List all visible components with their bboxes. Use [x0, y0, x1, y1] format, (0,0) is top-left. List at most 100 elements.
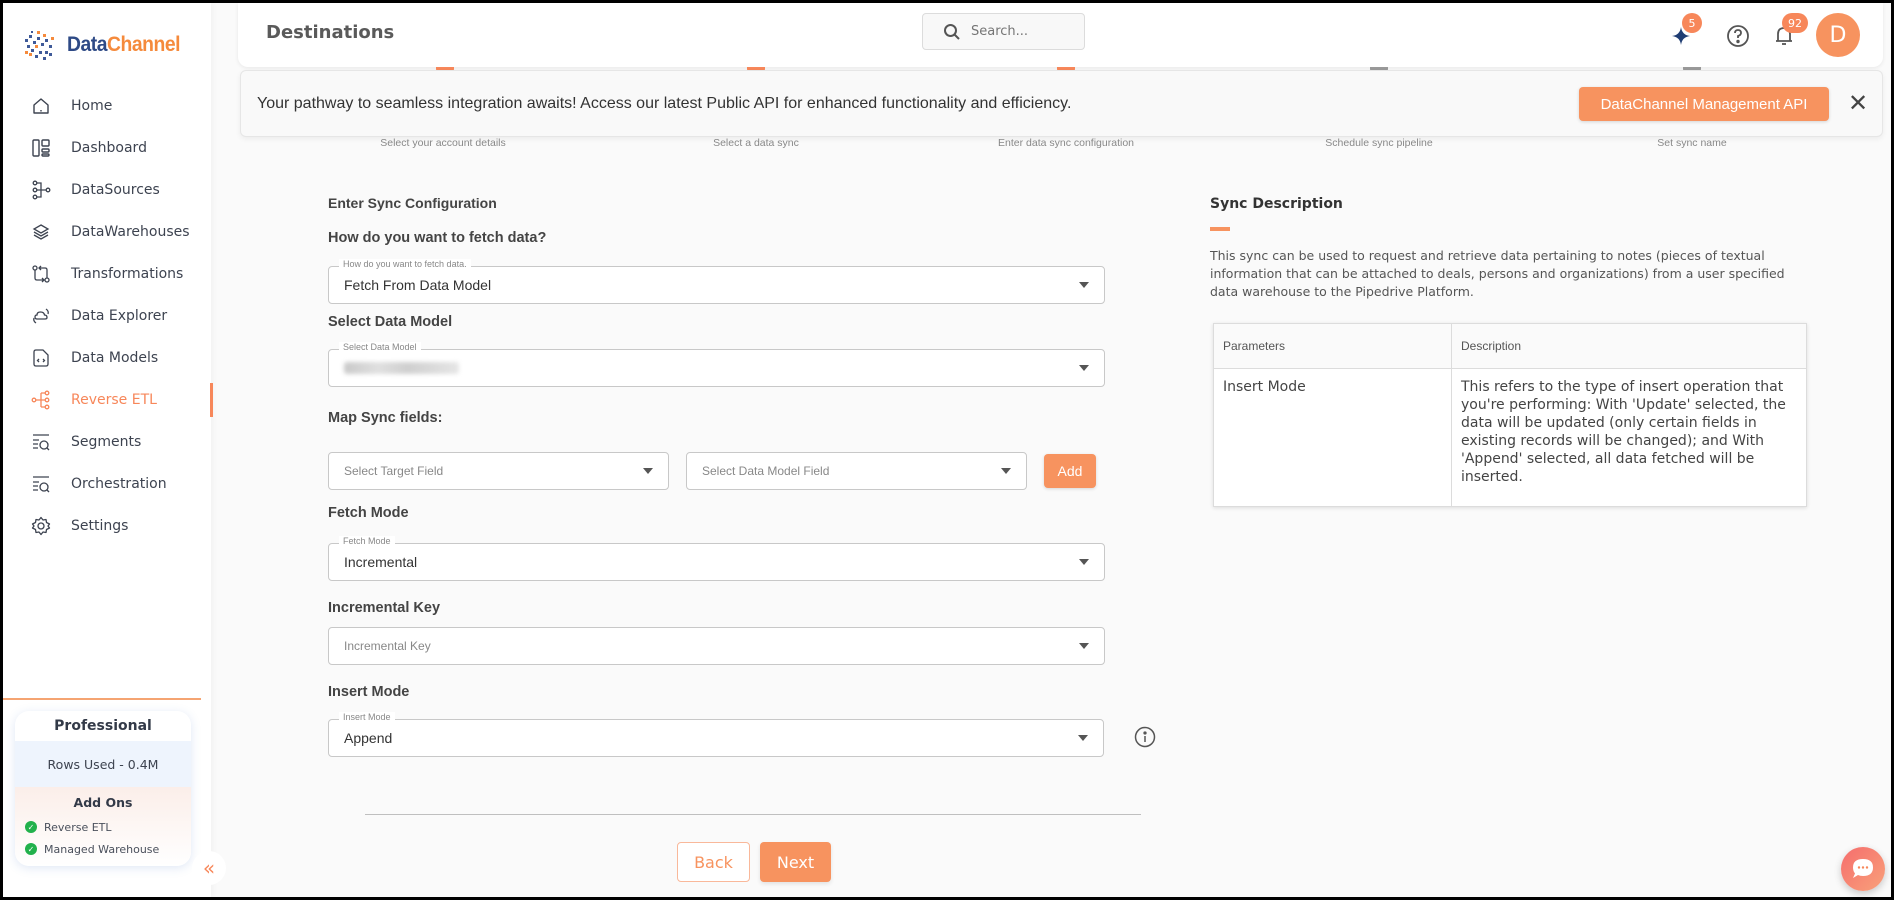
title-underline [1210, 227, 1230, 231]
caret-down-icon [1079, 282, 1089, 288]
sidebar-item-datasources[interactable]: DataSources [3, 169, 211, 211]
data-model-label: Select Data Model [328, 314, 453, 330]
reverse-etl-icon [29, 388, 53, 412]
sidebar-item-label: Dashboard [71, 140, 147, 156]
field-value: Incremental [344, 554, 418, 570]
sidebar-item-datawarehouses[interactable]: DataWarehouses [3, 211, 211, 253]
app-window: DataChannel Home Dashboard DataSources D… [3, 3, 1891, 897]
sync-description-text: This sync can be used to request and ret… [1210, 248, 1785, 299]
logo-text-channel: Channel [107, 33, 181, 56]
close-banner-button[interactable]: ✕ [1844, 89, 1872, 117]
sidebar-divider [3, 698, 201, 700]
step-label: Set sync name [1657, 137, 1727, 149]
rows-used: Rows Used - 0.4M [15, 741, 191, 787]
stepper: Select your account details Select a dat… [240, 137, 1883, 149]
sidebar-item-transformations[interactable]: Transformations [3, 253, 211, 295]
placeholder: Select Target Field [344, 464, 444, 478]
sidebar-item-label: Orchestration [71, 476, 167, 492]
search-box[interactable] [922, 13, 1085, 50]
plan-title: Professional [54, 718, 152, 734]
layers-icon [29, 220, 53, 244]
page-title: Destinations [266, 22, 395, 43]
target-field-select[interactable]: Select Target Field [328, 452, 669, 490]
chat-bubble-icon [1853, 859, 1873, 878]
cloud-sync-icon [29, 304, 53, 328]
field-legend: Insert Mode [339, 712, 395, 722]
ai-sparkle-button[interactable]: 5 [1670, 13, 1702, 51]
help-button[interactable] [1726, 24, 1750, 52]
fetch-mode-label: Fetch Mode [328, 505, 409, 521]
data-model-field-select[interactable]: Select Data Model Field [686, 452, 1027, 490]
field-legend: Select Data Model [339, 342, 421, 352]
sidebar-item-label: DataWarehouses [71, 224, 190, 240]
sidebar-item-label: Home [71, 98, 113, 114]
notifications-button[interactable]: 92 [1773, 13, 1808, 52]
check-circle-icon: ✓ [25, 821, 37, 833]
collapse-sidebar-button[interactable]: « [192, 851, 226, 885]
column-header: Description [1451, 323, 1807, 369]
parameter-name: Insert Mode [1213, 368, 1452, 507]
close-icon: ✕ [1847, 89, 1869, 117]
caret-down-icon [1078, 735, 1088, 741]
sidebar-item-label: Data Models [71, 350, 159, 366]
step-label: Enter data sync configuration [998, 137, 1134, 149]
search-input[interactable] [971, 24, 1071, 39]
sidebar-item-dashboard[interactable]: Dashboard [3, 127, 211, 169]
sidebar-item-home[interactable]: Home [3, 85, 211, 127]
fetch-mode-select[interactable]: Fetch Mode Incremental [328, 536, 1105, 581]
column-header: Parameters [1213, 323, 1452, 369]
blurred-value [344, 362, 459, 374]
step-label: Select a data sync [713, 137, 799, 149]
field-legend: Fetch Mode [339, 536, 395, 546]
sidebar-item-label: Reverse ETL [71, 392, 157, 408]
logo[interactable]: DataChannel [19, 25, 190, 65]
addon-item: ✓ Reverse ETL [15, 816, 191, 838]
placeholder: Select Data Model Field [702, 464, 830, 478]
addon-item: ✓ Managed Warehouse [15, 838, 191, 860]
sidebar-item-data-explorer[interactable]: Data Explorer [3, 295, 211, 337]
insert-mode-select[interactable]: Insert Mode Append [328, 712, 1104, 757]
addons-title: Add Ons [73, 795, 133, 810]
section-title: Enter Sync Configuration [328, 195, 497, 211]
datasources-icon [29, 178, 53, 202]
orchestration-icon [29, 472, 53, 496]
parameters-table: Parameters Description Insert Mode This … [1213, 323, 1807, 507]
sparkle-badge: 5 [1682, 13, 1702, 33]
step-label: Select your account details [380, 137, 506, 149]
back-button[interactable]: Back [677, 842, 750, 882]
addon-label: Managed Warehouse [44, 842, 160, 856]
sidebar-item-label: DataSources [71, 182, 160, 198]
caret-down-icon [1079, 643, 1089, 649]
code-file-icon [29, 346, 53, 370]
map-fields-label: Map Sync fields: [328, 410, 443, 426]
add-mapping-button[interactable]: Add [1044, 454, 1096, 488]
fetch-data-select[interactable]: How do you want to fetch data. Fetch Fro… [328, 259, 1105, 304]
data-model-select[interactable]: Select Data Model [328, 342, 1105, 387]
management-api-button[interactable]: DataChannel Management API [1579, 87, 1829, 121]
next-button[interactable]: Next [760, 842, 831, 882]
step-label: Schedule sync pipeline [1325, 137, 1433, 149]
field-legend: How do you want to fetch data. [339, 259, 471, 269]
sidebar-item-data-models[interactable]: Data Models [3, 337, 211, 379]
sidebar-nav: Home Dashboard DataSources DataWarehouse… [3, 85, 213, 547]
field-value: Fetch From Data Model [344, 277, 492, 293]
search-icon [944, 23, 960, 40]
logo-text: DataChannel [67, 33, 181, 57]
sidebar-item-orchestration[interactable]: Orchestration [3, 463, 211, 505]
sidebar-item-settings[interactable]: Settings [3, 505, 211, 547]
field-value: Append [344, 730, 393, 746]
caret-down-icon [1079, 559, 1089, 565]
user-avatar[interactable]: D [1816, 13, 1860, 57]
help-circle-icon [1727, 25, 1749, 47]
logo-text-data: Data [67, 33, 108, 56]
chat-support-button[interactable] [1841, 847, 1885, 891]
addon-label: Reverse ETL [44, 820, 112, 834]
sidebar-item-label: Transformations [71, 266, 184, 282]
incremental-key-select[interactable]: Incremental Key [328, 627, 1105, 665]
plan-card: Professional Rows Used - 0.4M Add Ons ✓ R… [15, 711, 191, 866]
sidebar: DataChannel Home Dashboard DataSources D… [3, 3, 226, 897]
table-row: Insert Mode This refers to the type of i… [1213, 368, 1807, 507]
info-icon[interactable] [1134, 726, 1156, 748]
sidebar-item-reverse-etl[interactable]: Reverse ETL [3, 379, 213, 421]
sidebar-item-segments[interactable]: Segments [3, 421, 211, 463]
